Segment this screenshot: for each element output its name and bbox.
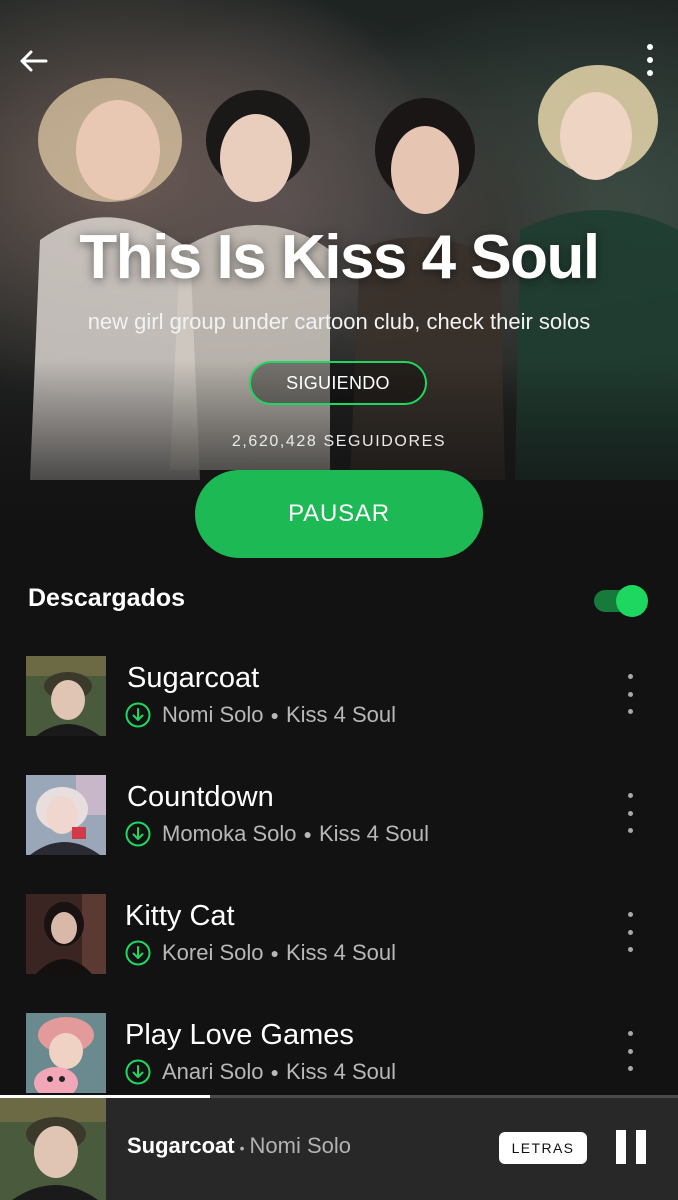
mini-player[interactable]: Sugarcoat • Nomi Solo LETRAS xyxy=(0,1095,678,1200)
followers-count: 2,620,428 SEGUIDORES xyxy=(231,433,447,450)
now-playing-separator: • xyxy=(239,1140,245,1156)
more-vertical-icon xyxy=(627,793,633,798)
track-album: Kiss 4 Soul xyxy=(285,702,397,727)
downloaded-icon xyxy=(125,821,151,847)
track-cover xyxy=(26,1013,106,1093)
track-title: Sugarcoat xyxy=(127,662,260,694)
track-more-button[interactable] xyxy=(624,793,636,833)
now-playing-artist: Nomi Solo xyxy=(249,1133,351,1158)
track-album: Kiss 4 Soul xyxy=(318,821,430,846)
track-artist: Nomi Solo xyxy=(162,702,264,727)
more-vertical-icon xyxy=(627,912,633,917)
downloaded-icon xyxy=(125,702,151,728)
track-artist: Anari Solo xyxy=(162,1059,264,1084)
back-button[interactable] xyxy=(14,42,52,80)
track-more-button[interactable] xyxy=(624,912,636,952)
playlist-title: This Is Kiss 4 Soul xyxy=(79,223,600,292)
track-title: Countdown xyxy=(127,781,274,813)
track-title: Kitty Cat xyxy=(125,900,235,932)
pause-button[interactable] xyxy=(616,1130,646,1164)
track-more-button[interactable] xyxy=(624,1031,636,1071)
arrow-left-icon xyxy=(20,50,48,72)
downloads-toggle[interactable] xyxy=(594,585,648,617)
downloads-label: Descargados xyxy=(28,583,186,612)
more-vertical-icon xyxy=(627,674,633,679)
track-more-button[interactable] xyxy=(624,674,636,714)
downloaded-icon xyxy=(125,940,151,966)
more-vertical-icon xyxy=(647,44,653,50)
track-cover xyxy=(26,775,106,855)
track-list: Sugarcoat Nomi Solo ● Kiss 4 Soul Countd… xyxy=(0,652,678,1128)
now-playing-cover xyxy=(0,1098,106,1200)
pause-icon xyxy=(616,1130,626,1164)
track-artist: Momoka Solo xyxy=(162,821,297,846)
track-album: Kiss 4 Soul xyxy=(285,940,397,965)
more-options-button[interactable] xyxy=(640,40,660,80)
downloaded-icon xyxy=(125,1059,151,1085)
track-artist: Korei Solo xyxy=(162,940,264,965)
track-cover xyxy=(26,894,106,974)
track-title: Play Love Games xyxy=(125,1019,354,1051)
play-pause-button[interactable]: PAUSAR xyxy=(195,470,483,558)
track-row[interactable]: Countdown Momoka Solo ● Kiss 4 Soul xyxy=(0,771,678,890)
track-row[interactable]: Sugarcoat Nomi Solo ● Kiss 4 Soul xyxy=(0,652,678,771)
track-album: Kiss 4 Soul xyxy=(285,1059,397,1084)
follow-button[interactable]: SIGUIENDO xyxy=(249,361,427,405)
more-vertical-icon xyxy=(627,1031,633,1036)
lyrics-button[interactable]: LETRAS xyxy=(499,1132,587,1164)
playlist-description: new girl group under cartoon club, check… xyxy=(87,309,591,334)
now-playing-title: Sugarcoat xyxy=(127,1133,235,1158)
track-cover xyxy=(26,656,106,736)
downloads-row: Descargados xyxy=(28,578,648,618)
track-row[interactable]: Kitty Cat Korei Solo ● Kiss 4 Soul xyxy=(0,890,678,1009)
